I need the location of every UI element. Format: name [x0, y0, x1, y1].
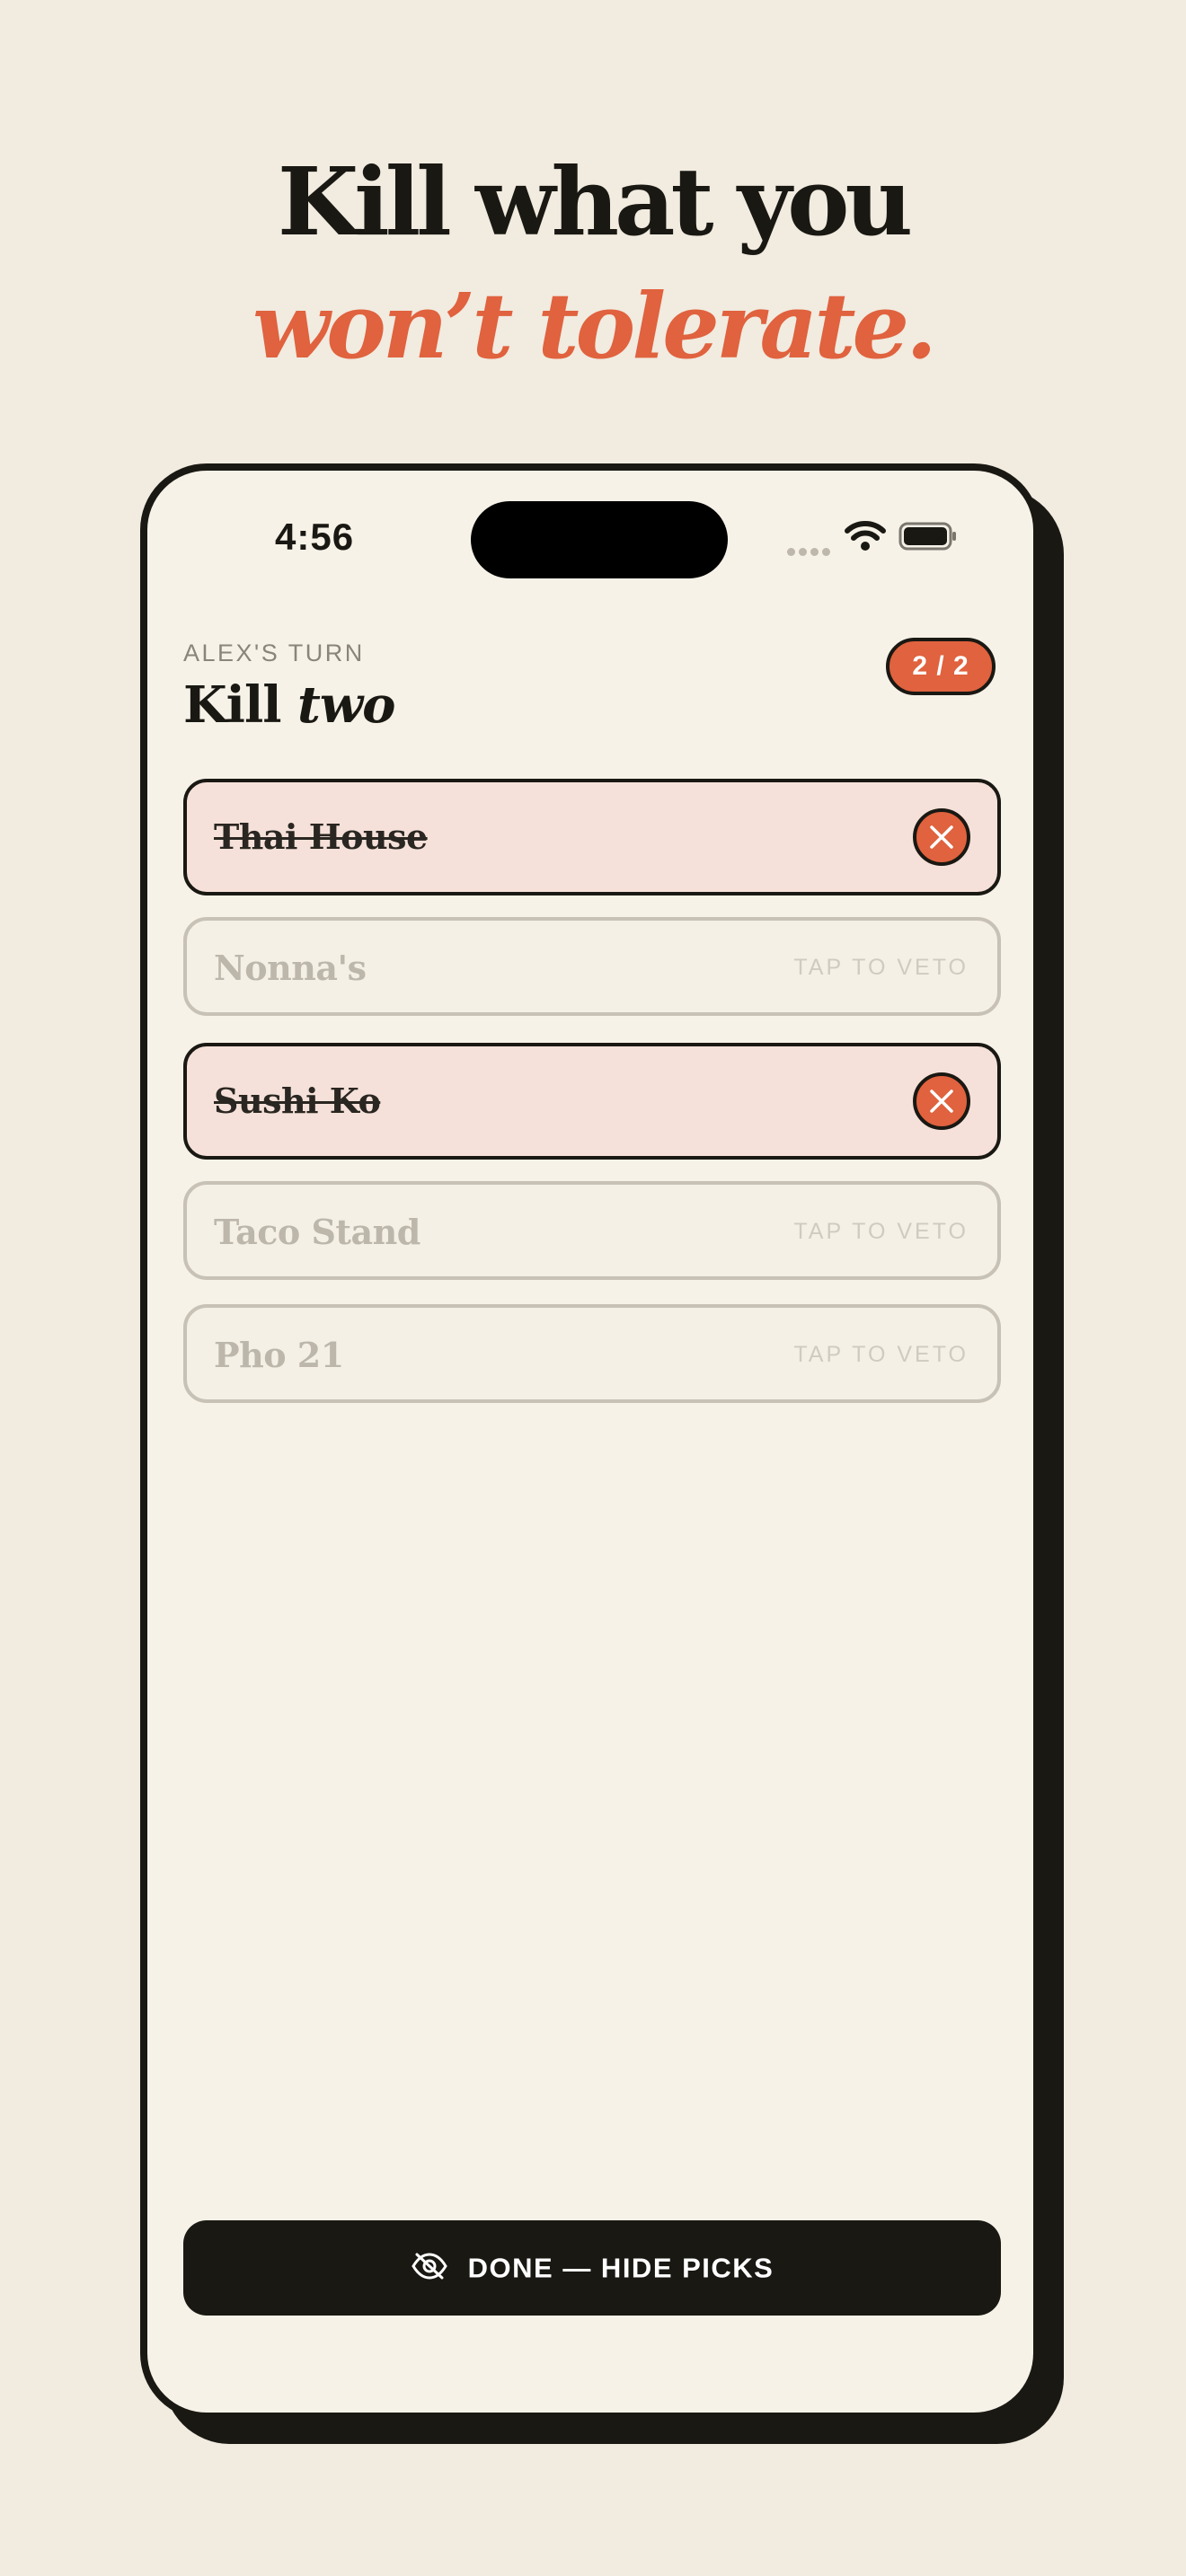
veto-counter-badge: 2 / 2: [886, 638, 996, 695]
option-name: Sushi Ko: [214, 1081, 381, 1121]
option-name: Nonna's: [214, 948, 367, 988]
hero-headline-accent: won’t tolerate.: [252, 273, 937, 379]
tap-to-veto-hint: TAP TO VETO: [793, 1219, 969, 1244]
remove-veto-button[interactable]: [913, 1072, 970, 1130]
tap-to-veto-hint: TAP TO VETO: [793, 955, 969, 980]
turn-label: ALEX'S TURN: [183, 640, 365, 666]
battery-icon: [898, 522, 956, 551]
signal-icon: [787, 543, 834, 556]
option-name: Thai House: [214, 816, 428, 857]
option-name: Taco Stand: [214, 1212, 420, 1252]
title-prefix: Kill: [183, 675, 281, 735]
option-card[interactable]: Thai House: [183, 779, 1001, 895]
option-name: Pho 21: [214, 1335, 344, 1375]
remove-veto-button[interactable]: [913, 808, 970, 866]
phone-frame: 4:56 ALEX'S TURN Kill two 2 / 2 Thai Hou…: [140, 463, 1040, 2420]
close-icon: [930, 1090, 953, 1113]
done-button-label: DONE — HIDE PICKS: [467, 2252, 774, 2284]
tap-to-veto-hint: TAP TO VETO: [793, 1342, 969, 1367]
title-emphasis: two: [297, 675, 395, 735]
option-card[interactable]: Pho 21 TAP TO VETO: [183, 1304, 1001, 1403]
option-card[interactable]: Taco Stand TAP TO VETO: [183, 1181, 1001, 1280]
page-title: Kill two: [183, 675, 395, 735]
hero-headline: Kill what you: [277, 146, 913, 257]
wifi-icon: [845, 521, 886, 551]
option-card[interactable]: Nonna's TAP TO VETO: [183, 917, 1001, 1016]
dynamic-island: [471, 501, 728, 578]
done-hide-picks-button[interactable]: DONE — HIDE PICKS: [183, 2220, 1001, 2316]
option-card[interactable]: Sushi Ko: [183, 1043, 1001, 1160]
eye-slash-icon: [411, 2252, 447, 2280]
status-time: 4:56: [275, 516, 355, 558]
close-icon: [930, 825, 953, 849]
